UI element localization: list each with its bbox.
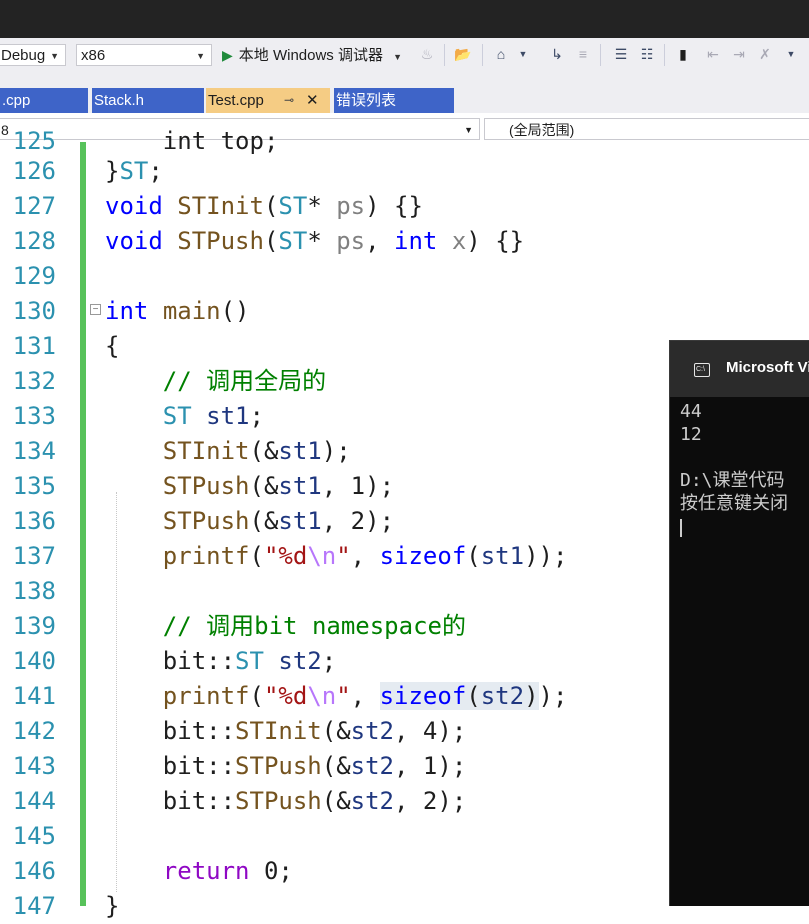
code-text: bit::STPush(&st2, 2); (105, 787, 467, 815)
outdent-icon[interactable]: ☰ (612, 45, 630, 63)
toolbar-separator (600, 44, 601, 66)
bookmark-icon[interactable]: ▮ (674, 45, 692, 63)
tab-cpp[interactable]: .cpp (0, 88, 88, 113)
toolbar: Debug ▼ x86 ▼ ▶ 本地 Windows 调试器 ▼ ♨ 📂 ⌂ ▼ … (0, 38, 809, 89)
code-line: 130 − int main() (0, 294, 809, 329)
code-text: }ST; (105, 157, 163, 185)
line-number: 135 (12, 472, 56, 500)
play-icon: ▶ (222, 47, 233, 63)
chevron-down-icon[interactable]: ▼ (782, 45, 800, 63)
code-text: bit::STPush(&st2, 1); (105, 752, 467, 780)
line-number: 145 (12, 822, 56, 850)
code-text: int main() (105, 297, 250, 325)
console-output-line: 按任意键关闭 (680, 493, 788, 514)
terminal-icon: C:\ (694, 363, 710, 377)
line-number: 132 (12, 367, 56, 395)
code-line: 126 }ST; (0, 154, 809, 189)
code-text: } (105, 892, 120, 920)
tab-label: 错误列表 (336, 92, 397, 109)
console-output-line: 44 (680, 401, 702, 422)
code-text: bit::ST st2; (105, 647, 337, 675)
code-text: { (105, 332, 120, 360)
format-icon[interactable]: ≡ (574, 45, 592, 63)
line-number: 139 (12, 612, 56, 640)
platform-dropdown[interactable]: x86 ▼ (76, 44, 212, 66)
code-text: void STPush(ST* ps, int x) {} (105, 227, 525, 255)
folder-search-icon[interactable]: 📂 (454, 45, 472, 63)
console-output-line: 12 (680, 424, 702, 445)
tab-stack-h[interactable]: Stack.h (92, 88, 204, 113)
code-text: STPush(&st1, 2); (162, 507, 395, 535)
line-number: 146 (12, 857, 56, 885)
run-label: 本地 Windows 调试器 (238, 47, 383, 64)
line-number: 134 (12, 437, 56, 465)
start-debugger-button[interactable]: ▶ 本地 Windows 调试器 ▼ (222, 44, 402, 66)
tab-test-cpp[interactable]: Test.cpp ⊸ ✕ (206, 88, 330, 113)
platform-value: x86 (81, 47, 106, 64)
collapse-icon[interactable]: − (90, 304, 101, 315)
line-number: 138 (12, 577, 56, 605)
clear-bookmarks-icon[interactable]: ✗ (756, 45, 774, 63)
code-text: return 0; (162, 857, 293, 885)
line-number: 142 (12, 717, 56, 745)
line-number: 136 (12, 507, 56, 535)
pin-icon[interactable]: ⊸ (284, 88, 294, 113)
line-number: 131 (12, 332, 56, 360)
console-window[interactable]: C:\ Microsoft Vi 44 12 D:\课堂代码 按任意键关闭 (669, 340, 809, 906)
code-text: // 调用bit namespace的 (162, 612, 466, 640)
code-text: bit::STInit(&st2, 4); (105, 717, 467, 745)
code-text: printf("%d\n", sizeof(st2)); (162, 682, 568, 710)
line-number: 140 (12, 647, 56, 675)
code-text: // 调用全局的 (162, 367, 327, 395)
line-number: 143 (12, 752, 56, 780)
line-number: 147 (12, 892, 56, 920)
console-output-line: D:\课堂代码 (680, 470, 785, 491)
code-text: printf("%d\n", sizeof(st1)); (162, 542, 568, 570)
line-number: 127 (12, 192, 56, 220)
code-text: void STInit(ST* ps) {} (105, 192, 423, 220)
hot-reload-icon[interactable]: ♨ (418, 45, 436, 63)
chevron-down-icon[interactable]: ▼ (514, 45, 532, 63)
prev-bookmark-icon[interactable]: ⇤ (704, 45, 722, 63)
line-number: 141 (12, 682, 56, 710)
code-line: 128 void STPush(ST* ps, int x) {} (0, 224, 809, 259)
tab-label: Test.cpp (208, 92, 264, 109)
tab-label: Stack.h (94, 92, 145, 109)
code-line: 129 (0, 259, 809, 294)
config-value: Debug (1, 47, 46, 64)
browser-icon[interactable]: ⌂ (492, 45, 510, 63)
console-title: Microsoft Vi (726, 359, 809, 376)
code-line: 127 void STInit(ST* ps) {} (0, 189, 809, 224)
toolbar-separator (482, 44, 483, 66)
chevron-down-icon: ▼ (50, 51, 59, 61)
line-number: 144 (12, 787, 56, 815)
code-text: STInit(&st1); (162, 437, 351, 465)
tab-error-list[interactable]: 错误列表 (334, 88, 454, 113)
console-cursor (680, 519, 682, 537)
indent-icon[interactable]: ☷ (638, 45, 656, 63)
tab-label: .cpp (2, 92, 31, 109)
step-icon[interactable]: ↳ (548, 45, 566, 63)
line-number: 137 (12, 542, 56, 570)
chevron-down-icon: ▼ (196, 51, 205, 61)
code-text: ST st1; (162, 402, 264, 430)
config-dropdown[interactable]: Debug ▼ (0, 44, 66, 66)
code-text: STPush(&st1, 1); (162, 472, 395, 500)
line-number: 130 (12, 297, 56, 325)
title-bar (0, 0, 809, 38)
document-tabs: .cpp Stack.h Test.cpp ⊸ ✕ 错误列表 (0, 88, 809, 113)
next-bookmark-icon[interactable]: ⇥ (730, 45, 748, 63)
line-number: 126 (12, 157, 56, 185)
line-number: 133 (12, 402, 56, 430)
toolbar-separator (444, 44, 445, 66)
console-title-bar[interactable]: C:\ Microsoft Vi (670, 341, 809, 397)
line-number: 129 (12, 262, 56, 290)
chevron-down-icon: ▼ (393, 52, 403, 62)
toolbar-separator (664, 44, 665, 66)
close-icon[interactable]: ✕ (306, 88, 319, 113)
line-number: 128 (12, 227, 56, 255)
